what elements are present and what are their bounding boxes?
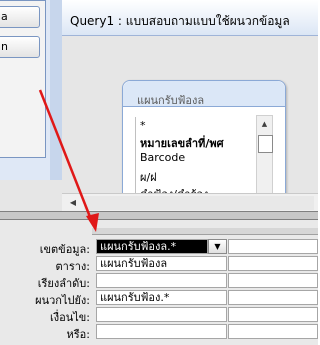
annotation-arrow <box>38 89 99 232</box>
arrow-head-icon <box>86 213 99 232</box>
arrow-line <box>38 89 94 223</box>
